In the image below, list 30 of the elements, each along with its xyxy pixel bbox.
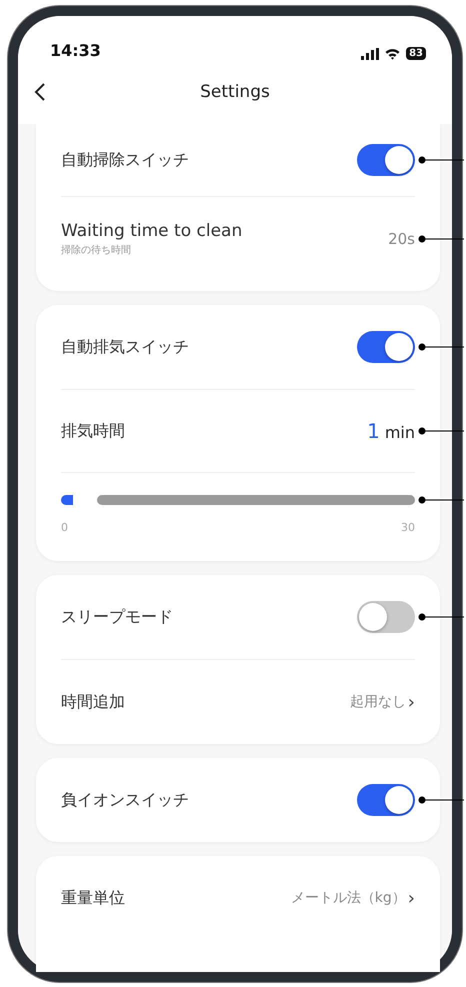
status-time: 14:33 <box>50 41 101 60</box>
setting-value[interactable]: 20s <box>388 230 415 248</box>
signal-icon <box>361 48 380 60</box>
toggle-switch[interactable] <box>357 601 415 633</box>
slider-min-label: 0 <box>61 521 68 534</box>
setting-label: スリープモード <box>61 606 173 628</box>
setting-label: 重量単位 <box>61 888 125 908</box>
amount-unit: min <box>384 423 415 442</box>
battery-level: 83 <box>406 47 426 60</box>
setting-sublabel: 掃除の待ち時間 <box>61 244 132 257</box>
setting-label: 排気時間 <box>61 420 125 442</box>
slider-fill[interactable] <box>61 495 73 505</box>
toggle-switch[interactable] <box>357 784 415 816</box>
toggle-switch[interactable] <box>357 144 415 176</box>
slider-max-label: 30 <box>401 521 415 534</box>
setting-value[interactable]: 起用なし <box>350 693 406 711</box>
chevron-icon[interactable]: › <box>408 692 415 712</box>
setting-value[interactable]: メートル法（kg） <box>290 889 406 907</box>
slider-track[interactable] <box>61 495 415 505</box>
setting-label: Waiting time to clean <box>61 221 242 241</box>
amount-number: 1 <box>367 419 380 443</box>
page-title: Settings <box>200 82 270 102</box>
setting-label: 時間追加 <box>61 692 125 712</box>
chevron-icon[interactable]: › <box>408 888 415 908</box>
setting-label: 負イオンスイッチ <box>61 790 189 810</box>
back-icon[interactable] <box>34 83 46 101</box>
setting-label: 自動掃除スイッチ <box>61 150 189 170</box>
toggle-switch[interactable] <box>357 331 415 363</box>
wifi-icon <box>385 48 400 60</box>
setting-label: 自動排気スイッチ <box>61 336 189 358</box>
